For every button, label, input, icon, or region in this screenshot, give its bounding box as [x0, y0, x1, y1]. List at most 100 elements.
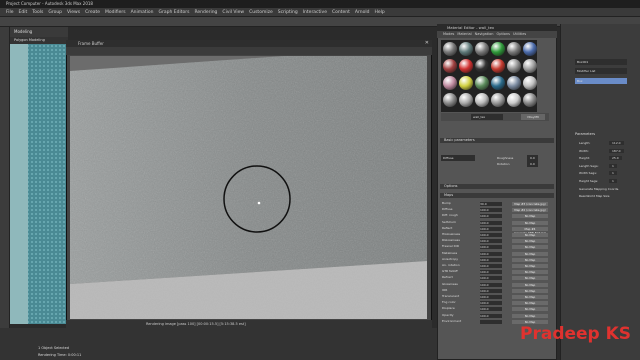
material-editor-toolbar[interactable]: wall_tex VRayMtl: [441, 113, 549, 121]
map-button[interactable]: No Map: [512, 214, 548, 219]
rollout-maps[interactable]: Maps: [440, 193, 554, 198]
map-row[interactable]: GTR falloff 100.0 No Map: [440, 269, 554, 275]
map-amount[interactable]: 100.0: [480, 282, 502, 287]
map-row[interactable]: HGlossiness 100.0 No Map: [440, 232, 554, 238]
modifier-stack-item[interactable]: Box: [575, 78, 627, 84]
material-slot[interactable]: [491, 76, 505, 90]
material-menu-item[interactable]: Modes: [443, 31, 454, 38]
box-param[interactable]: Length: 112.0: [579, 141, 634, 145]
material-type-button[interactable]: VRayMtl: [521, 114, 545, 120]
map-amount[interactable]: 100.0: [480, 295, 502, 299]
generate-mapping-checkbox[interactable]: Generate Mapping Coords.: [579, 187, 619, 191]
menu-item[interactable]: Customize: [249, 8, 273, 17]
map-amount[interactable]: 100.0: [480, 251, 502, 256]
material-slot[interactable]: [491, 42, 505, 56]
ribbon-subtab[interactable]: Polygon Modeling: [10, 37, 68, 44]
map-amount[interactable]: 100.0: [480, 313, 502, 318]
ribbon-polygon-label[interactable]: Polygon Modeling: [14, 38, 45, 42]
map-button[interactable]: No Map: [512, 276, 548, 281]
command-panel[interactable]: Box001 Modifier List Box Parameters Leng…: [560, 24, 640, 360]
map-row[interactable]: Fog color 100.0 No Map: [440, 300, 554, 306]
map-row[interactable]: Metalness 100.0 No Map: [440, 251, 554, 257]
map-row[interactable]: Displace 100.0 No Map: [440, 306, 554, 312]
menu-item[interactable]: Edit: [19, 8, 28, 17]
material-slot[interactable]: [443, 76, 457, 90]
box-param[interactable]: Width: 187.0: [579, 148, 634, 153]
menu-item[interactable]: Content: [332, 8, 350, 17]
map-amount[interactable]: 100.0: [480, 301, 502, 306]
material-slot[interactable]: [475, 59, 489, 73]
material-editor-titlebar[interactable]: Material Editor - wall_tex: [437, 24, 557, 31]
left-toolbar[interactable]: [0, 27, 10, 360]
map-row[interactable]: Self-illum 100.0 No Map: [440, 220, 554, 226]
menu-item[interactable]: Rendering: [194, 8, 217, 17]
material-slot[interactable]: [523, 76, 537, 90]
ribbon-modeling-label[interactable]: Modeling: [14, 29, 32, 34]
map-button[interactable]: No Map: [512, 257, 548, 262]
box-param[interactable]: Height Segs: 1: [579, 178, 634, 183]
material-slot[interactable]: [475, 76, 489, 90]
material-slot[interactable]: [523, 59, 537, 73]
map-amount[interactable]: 100.0: [480, 233, 502, 237]
frame-buffer-titlebar[interactable]: Frame Buffer ✕: [66, 40, 432, 47]
material-menu-item[interactable]: Options: [496, 31, 510, 38]
material-menu-item[interactable]: Material: [457, 31, 471, 38]
material-slot[interactable]: [443, 93, 457, 107]
map-amount[interactable]: 100.0: [480, 276, 502, 281]
map-row[interactable]: Fresnel IOR 100.0 No Map: [440, 244, 554, 250]
map-amount[interactable]: 100.0: [480, 270, 502, 275]
map-button[interactable]: Map #2 (concrete.jpg): [512, 208, 548, 213]
material-slot[interactable]: [459, 42, 473, 56]
render-image[interactable]: [70, 56, 427, 319]
map-amount[interactable]: 100.0: [480, 307, 502, 312]
close-icon[interactable]: ✕: [425, 40, 429, 46]
map-amount[interactable]: 100.0: [480, 239, 502, 244]
timeline[interactable]: 1 Object Selected Rendering Time: 0:00:1…: [0, 328, 437, 360]
material-slots[interactable]: [441, 40, 537, 112]
material-slot[interactable]: [523, 42, 537, 56]
material-slot[interactable]: [507, 76, 521, 90]
map-button[interactable]: No Map: [512, 245, 548, 250]
frame-buffer-toolbar[interactable]: [66, 47, 432, 55]
map-amount[interactable]: 100.0: [480, 214, 502, 219]
material-slot[interactable]: [443, 59, 457, 73]
material-menu-item[interactable]: Utilities: [513, 31, 526, 38]
map-row[interactable]: IOR 100.0 No Map: [440, 288, 554, 294]
material-slot[interactable]: [475, 42, 489, 56]
map-amount[interactable]: 100.0: [480, 264, 502, 268]
map-row[interactable]: Diff. rough 100.0 No Map: [440, 213, 554, 219]
ribbon-tab[interactable]: Modeling: [10, 27, 68, 37]
map-row[interactable]: Opacity 100.0 No Map: [440, 313, 554, 319]
menu-item[interactable]: Help: [374, 8, 384, 17]
map-button[interactable]: No Map: [512, 288, 548, 293]
map-amount[interactable]: 100.0: [480, 208, 502, 213]
map-amount[interactable]: 100.0: [480, 226, 502, 231]
rollout-options[interactable]: Options: [440, 184, 554, 189]
menu-item[interactable]: File: [6, 8, 14, 17]
modifier-list-dropdown[interactable]: Modifier List: [575, 68, 627, 74]
map-row[interactable]: An. rotation 100.0 No Map: [440, 263, 554, 269]
map-row[interactable]: Translucent 100.0 No Map: [440, 294, 554, 300]
map-amount[interactable]: [480, 319, 502, 324]
map-row[interactable]: Refract 100.0 No Map: [440, 275, 554, 281]
material-name-field[interactable]: wall_tex: [471, 114, 503, 120]
material-slot[interactable]: [491, 93, 505, 107]
material-slot[interactable]: [475, 93, 489, 107]
menu-item[interactable]: Animation: [131, 8, 154, 17]
menu-item[interactable]: Tools: [32, 8, 43, 17]
map-row[interactable]: Bump 30.0 Map #3 (concrete.jpg): [440, 201, 554, 207]
material-slot[interactable]: [507, 59, 521, 73]
map-button[interactable]: No Map: [512, 239, 548, 244]
menu-item[interactable]: Civil View: [222, 8, 244, 17]
map-button[interactable]: No Map: [512, 251, 548, 256]
menu-item[interactable]: Scripting: [278, 8, 298, 17]
box-param[interactable]: Length Segs: 1: [579, 163, 634, 168]
menu-item[interactable]: Graph Editors: [159, 8, 190, 17]
map-button[interactable]: No Map: [512, 264, 548, 268]
map-button[interactable]: No Map: [512, 301, 548, 306]
menu-item[interactable]: Create: [85, 8, 100, 17]
menu-item[interactable]: Views: [67, 8, 80, 17]
map-row[interactable]: Reflect 100.0 Map #4 (concrete.REFLECT.jpg…: [440, 226, 554, 235]
material-slot[interactable]: [523, 93, 537, 107]
map-amount[interactable]: 100.0: [480, 220, 502, 225]
